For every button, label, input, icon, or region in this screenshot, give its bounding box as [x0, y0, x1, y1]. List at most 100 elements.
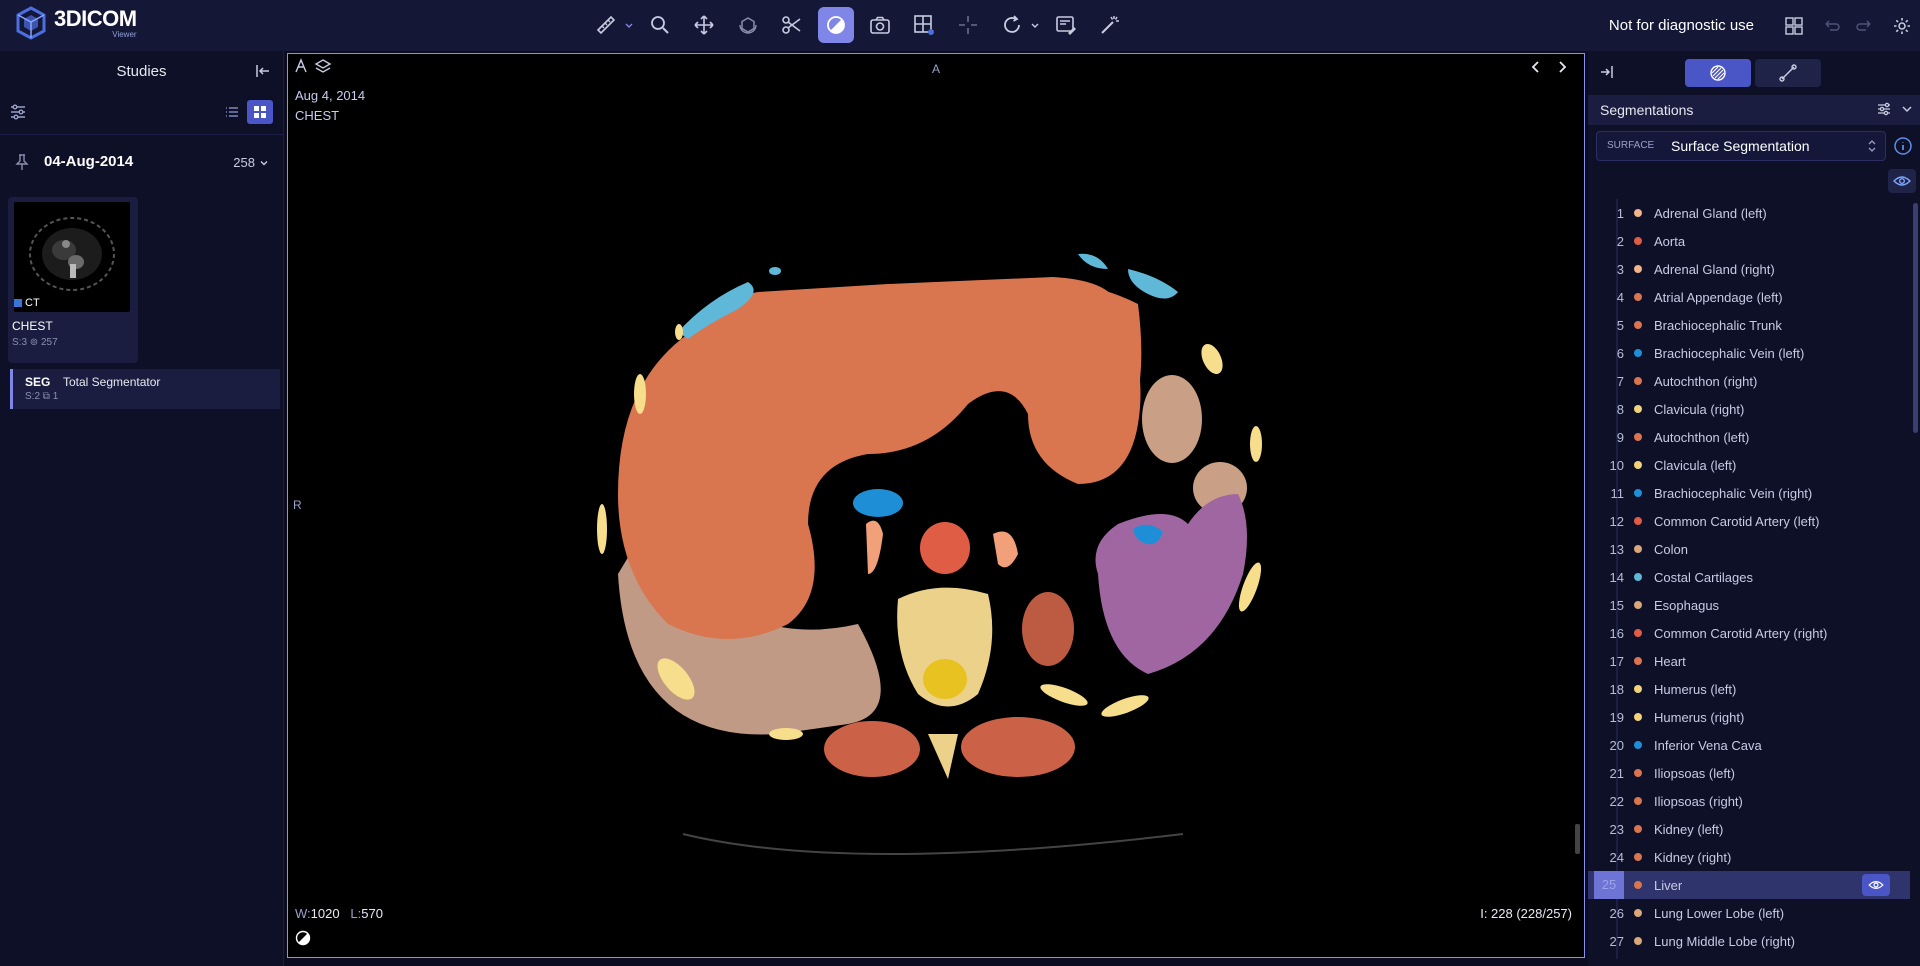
redo-button[interactable] — [1848, 8, 1884, 44]
segment-list-item[interactable]: 22 Iliopsoas (right) — [1588, 787, 1910, 815]
segment-list-item[interactable]: 12 Common Carotid Artery (left) — [1588, 507, 1910, 535]
series-thumbnail-image — [14, 202, 130, 312]
segment-number: 6 — [1616, 345, 1624, 361]
pin-icon[interactable] — [14, 153, 30, 171]
grid-view-button[interactable] — [247, 100, 273, 124]
segment-list-item[interactable]: 18 Humerus (left) — [1588, 675, 1910, 703]
segment-list-item[interactable]: 27 Lung Middle Lobe (right) — [1588, 927, 1910, 955]
segment-list-item[interactable]: 23 Kidney (left) — [1588, 815, 1910, 843]
segment-list-item[interactable]: 16 Common Carotid Artery (right) — [1588, 619, 1910, 647]
series-thumbnail-card[interactable]: CT CHEST S:3 ⊚ 257 — [8, 197, 138, 363]
reset-tool-button[interactable] — [994, 7, 1030, 43]
top-right-controls: Not for diagnostic use — [1609, 0, 1920, 51]
logo-cube-icon — [14, 6, 48, 40]
segmentations-section-header[interactable]: Segmentations — [1588, 95, 1920, 125]
segment-list-item[interactable]: 8 Clavicula (right) — [1588, 395, 1910, 423]
segment-list-item[interactable]: 13 Colon — [1588, 535, 1910, 563]
segment-name: Clavicula (right) — [1654, 401, 1745, 417]
expand-panel-button[interactable] — [1598, 63, 1616, 81]
tab-segmentation[interactable] — [1685, 59, 1751, 87]
next-image-icon[interactable] — [1556, 60, 1568, 74]
segment-list-item[interactable]: 19 Humerus (right) — [1588, 703, 1910, 731]
segmentation-select[interactable]: SURFACE Surface Segmentation — [1596, 131, 1886, 161]
segment-list-item[interactable]: 26 Lung Lower Lobe (left) — [1588, 899, 1910, 927]
segment-name: Common Carotid Artery (right) — [1654, 625, 1828, 641]
layout-button[interactable] — [1776, 8, 1812, 44]
scissors-tool-button[interactable] — [774, 7, 810, 43]
gear-icon — [1894, 17, 1910, 34]
segment-number: 1 — [1616, 205, 1624, 221]
undo-icon — [1825, 19, 1840, 31]
chevron-down-icon[interactable] — [1900, 101, 1914, 117]
crosshair-tool-button[interactable] — [950, 7, 986, 43]
annotation-icon[interactable] — [294, 58, 308, 74]
study-image-count[interactable]: 258 — [233, 155, 269, 170]
tab-measurements[interactable] — [1755, 59, 1821, 87]
zoom-tool-button[interactable] — [642, 7, 678, 43]
move-icon — [694, 15, 714, 35]
viewport-study-date: Aug 4, 2014 — [295, 88, 366, 103]
chevron-down-icon — [260, 160, 268, 165]
image-viewport[interactable]: A Aug 4, 2014 CHEST R W:1020 L:570 I: 22… — [287, 53, 1585, 958]
ruler-dropdown[interactable] — [624, 7, 634, 43]
magic-tool-button[interactable] — [1092, 7, 1128, 43]
tool-group — [588, 7, 1136, 43]
filter-settings-button[interactable] — [8, 102, 28, 122]
segment-list-item[interactable]: 17 Heart — [1588, 647, 1910, 675]
modality-badge: CT — [14, 297, 40, 309]
segment-list-item[interactable]: 10 Clavicula (left) — [1588, 451, 1910, 479]
previous-image-icon[interactable] — [1530, 60, 1542, 74]
viewport-scrollbar[interactable] — [1575, 824, 1580, 854]
collapse-panel-button[interactable] — [253, 61, 273, 81]
rotate-3d-tool-button[interactable] — [730, 7, 766, 43]
segment-visibility-button[interactable] — [1862, 874, 1890, 896]
level-value: 570 — [361, 906, 383, 921]
sliders-icon[interactable] — [1876, 101, 1892, 117]
segment-name: Humerus (right) — [1654, 709, 1745, 725]
segment-list-item[interactable]: 4 Atrial Appendage (left) — [1588, 283, 1910, 311]
segment-list-item[interactable]: 24 Kidney (right) — [1588, 843, 1910, 871]
studies-panel: Studies 04-Aug-2014 258 CT CHEST S:3 ⊚ 2… — [0, 51, 284, 966]
segment-number: 16 — [1609, 625, 1624, 641]
app-logo[interactable]: 3DICOM Viewer — [14, 6, 137, 40]
segment-list-item[interactable]: 5 Brachiocephalic Trunk — [1588, 311, 1910, 339]
toggle-all-visibility-button[interactable] — [1888, 169, 1916, 193]
orientation-marker-left: R — [293, 498, 302, 512]
segment-list-item[interactable]: 25 Liver — [1588, 871, 1910, 899]
segment-list-item[interactable]: 9 Autochthon (left) — [1588, 423, 1910, 451]
segment-list-item[interactable]: 15 Esophagus — [1588, 591, 1910, 619]
segment-list-item[interactable]: 7 Autochthon (right) — [1588, 367, 1910, 395]
list-view-button[interactable] — [219, 100, 245, 124]
segment-list-item[interactable]: 2 Aorta — [1588, 227, 1910, 255]
segment-list-item[interactable]: 14 Costal Cartilages — [1588, 563, 1910, 591]
segment-color-dot — [1634, 573, 1642, 581]
segment-list-item[interactable]: 1 Adrenal Gland (left) — [1588, 199, 1910, 227]
seg-series-row[interactable]: SEG Total Segmentator S:2 ⧉ 1 — [10, 369, 280, 409]
segment-name: Clavicula (left) — [1654, 457, 1737, 473]
contrast-toggle[interactable] — [295, 930, 311, 946]
segment-list-scrollbar[interactable] — [1913, 203, 1918, 433]
report-tool-button[interactable] — [1048, 7, 1084, 43]
segmentation-type-tag: SURFACE — [1607, 140, 1655, 151]
pan-tool-button[interactable] — [686, 7, 722, 43]
segmentation-brush-tool-button[interactable] — [818, 7, 854, 43]
segment-list-item[interactable]: 3 Adrenal Gland (right) — [1588, 255, 1910, 283]
segmentation-info-button[interactable] — [1892, 135, 1914, 157]
ct-segmentation-render — [597, 253, 1262, 855]
segment-list-item[interactable]: 20 Inferior Vena Cava — [1588, 731, 1910, 759]
undo-button[interactable] — [1812, 8, 1848, 44]
study-date: 04-Aug-2014 — [44, 153, 134, 170]
study-date-row[interactable]: 04-Aug-2014 258 — [0, 143, 283, 193]
segment-list-item[interactable]: 21 Iliopsoas (left) — [1588, 759, 1910, 787]
reset-dropdown[interactable] — [1030, 7, 1040, 43]
segment-list-item[interactable]: 6 Brachiocephalic Vein (left) — [1588, 339, 1910, 367]
screenshot-tool-button[interactable] — [862, 7, 898, 43]
layers-icon[interactable] — [314, 58, 332, 74]
segment-list-item[interactable]: 11 Brachiocephalic Vein (right) — [1588, 479, 1910, 507]
series-meta: S:3 ⊚ 257 — [12, 337, 58, 348]
layout-tool-button[interactable] — [906, 7, 942, 43]
segment-color-dot — [1634, 825, 1642, 833]
chevron-down-icon — [1031, 23, 1039, 28]
settings-button[interactable] — [1884, 8, 1920, 44]
ruler-tool-button[interactable] — [588, 7, 624, 43]
